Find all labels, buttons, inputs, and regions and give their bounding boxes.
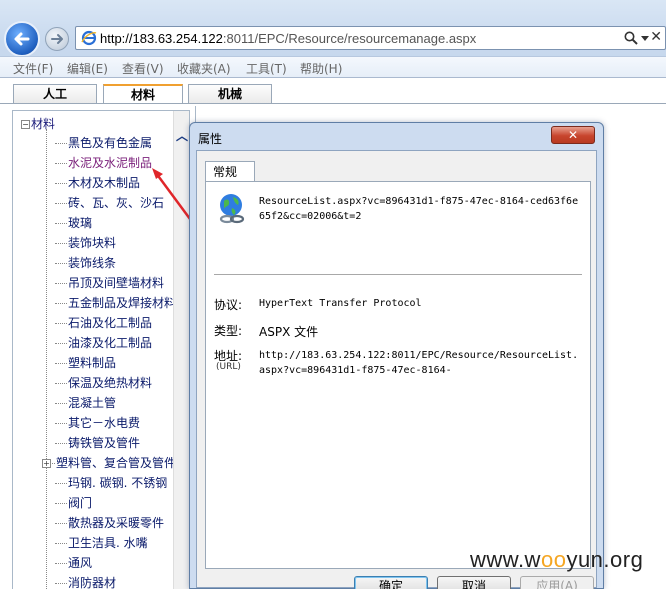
tree-node[interactable]: 装饰线条 bbox=[55, 253, 116, 273]
general-tab-content: ResourceList.aspx?vc=896431d1-f875-47ec-… bbox=[205, 181, 591, 569]
forward-arrow-icon bbox=[51, 34, 63, 44]
menu-edit[interactable]: 编辑(E) bbox=[67, 60, 108, 77]
menu-file[interactable]: 文件(F) bbox=[13, 60, 53, 77]
tree-node[interactable]: 通风 bbox=[55, 553, 92, 573]
tree-node[interactable]: 石油及化工制品 bbox=[55, 313, 152, 333]
expand-icon[interactable]: + bbox=[42, 459, 51, 468]
menu-view[interactable]: 查看(V) bbox=[122, 60, 164, 77]
tree-node[interactable]: 阀门 bbox=[55, 493, 92, 513]
url-path: :8011/EPC/Resource/resourcemanage.aspx bbox=[222, 31, 477, 46]
type-value: ASPX 文件 bbox=[259, 325, 319, 339]
protocol-value: HyperText Transfer Protocol bbox=[259, 298, 422, 309]
apply-button[interactable]: 应用(A) bbox=[520, 576, 594, 589]
file-name: ResourceList.aspx?vc=896431d1-f875-47ec-… bbox=[259, 196, 579, 222]
search-dropdown-icon[interactable] bbox=[641, 36, 649, 41]
tab-general[interactable]: 常规 bbox=[205, 161, 255, 182]
tree-node[interactable]: 保温及绝热材料 bbox=[55, 373, 152, 393]
url-host: http://183.63.254.122 bbox=[100, 31, 223, 46]
tab-materials[interactable]: 材料 bbox=[103, 84, 183, 104]
tree-node[interactable]: 五金制品及焊接材料 bbox=[55, 293, 176, 313]
address-bar[interactable]: http://183.63.254.122:8011/EPC/Resource/… bbox=[75, 26, 666, 50]
tree-node[interactable]: 塑料制品 bbox=[55, 353, 116, 373]
web-file-icon bbox=[219, 194, 245, 224]
tab-divider bbox=[0, 103, 666, 104]
dialog-separator bbox=[214, 274, 582, 275]
tree-node-selected[interactable]: 水泥及水泥制品 bbox=[55, 153, 152, 173]
tree-node[interactable]: 黑色及有色金属 bbox=[55, 133, 152, 153]
search-icon[interactable] bbox=[623, 30, 639, 46]
back-button[interactable] bbox=[4, 21, 40, 57]
tree-node[interactable]: 砖、瓦、灰、沙石 bbox=[55, 193, 164, 213]
tree-node[interactable]: 散热器及采暖零件 bbox=[55, 513, 164, 533]
ok-button[interactable]: 确定 bbox=[354, 576, 428, 589]
back-arrow-icon bbox=[14, 32, 30, 46]
tree-node[interactable]: 玻璃 bbox=[55, 213, 92, 233]
tree-node[interactable]: 玛钢. 碳钢. 不锈钢 bbox=[55, 473, 167, 493]
tree-node[interactable]: 油漆及化工制品 bbox=[55, 333, 152, 353]
tree-node[interactable]: 消防器材 bbox=[55, 573, 116, 589]
properties-dialog: 属性 ✕ 常规 ResourceList.aspx?vc=896431d1-f8… bbox=[189, 122, 604, 589]
tab-labor[interactable]: 人工 bbox=[13, 84, 97, 104]
address-sublabel: (URL) bbox=[216, 362, 241, 372]
menu-bar: 文件(F) 编辑(E) 查看(V) 收藏夹(A) 工具(T) 帮助(H) bbox=[0, 56, 666, 78]
tree-node[interactable]: 卫生洁具. 水嘴 bbox=[55, 533, 148, 553]
tree-node[interactable]: 吊顶及间壁墙材料 bbox=[55, 273, 164, 293]
type-label: 类型: bbox=[214, 324, 243, 338]
dialog-body: 常规 ResourceList.aspx?vc=896431d1-f875-47… bbox=[196, 150, 597, 589]
browser-chrome: http://183.63.254.122:8011/EPC/Resource/… bbox=[0, 0, 666, 78]
tree-node[interactable]: 装饰块料 bbox=[55, 233, 116, 253]
watermark: www.wooyun.org bbox=[470, 547, 644, 572]
tab-machinery[interactable]: 机械 bbox=[188, 84, 272, 104]
tree-root[interactable]: − 材料 bbox=[21, 115, 55, 132]
menu-help[interactable]: 帮助(H) bbox=[300, 60, 342, 77]
tree-node[interactable]: 木材及木制品 bbox=[55, 173, 140, 193]
forward-button[interactable] bbox=[45, 27, 69, 51]
tree-node[interactable]: 其它－水电费 bbox=[55, 413, 140, 433]
tree-node-expandable[interactable]: + 塑料管、复合管及管件 bbox=[42, 453, 176, 473]
annotation-arrow-icon bbox=[152, 168, 192, 220]
menu-tools[interactable]: 工具(T) bbox=[246, 60, 287, 77]
tree-node[interactable]: 混凝土管 bbox=[55, 393, 116, 413]
stop-icon[interactable]: ✕ bbox=[650, 29, 662, 45]
tree-root-label[interactable]: 材料 bbox=[31, 117, 55, 131]
url-text: http://183.63.254.122:8011/EPC/Resource/… bbox=[100, 31, 476, 46]
dialog-title: 属性 bbox=[198, 132, 223, 146]
menu-favorites[interactable]: 收藏夹(A) bbox=[177, 60, 231, 77]
tree-node[interactable]: 铸铁管及管件 bbox=[55, 433, 140, 453]
protocol-label: 协议: bbox=[214, 298, 243, 312]
collapse-icon[interactable]: − bbox=[21, 120, 30, 129]
resource-tab-strip: 人工 材料 机械 bbox=[0, 80, 666, 104]
address-value: http://183.63.254.122:8011/EPC/Resource/… bbox=[259, 350, 579, 376]
tree-guide-line bbox=[46, 129, 47, 589]
cancel-button[interactable]: 取消 bbox=[437, 576, 511, 589]
ie-page-icon bbox=[81, 30, 97, 46]
scroll-up-icon[interactable]: ︿ bbox=[176, 127, 188, 144]
dialog-close-button[interactable]: ✕ bbox=[551, 126, 595, 144]
